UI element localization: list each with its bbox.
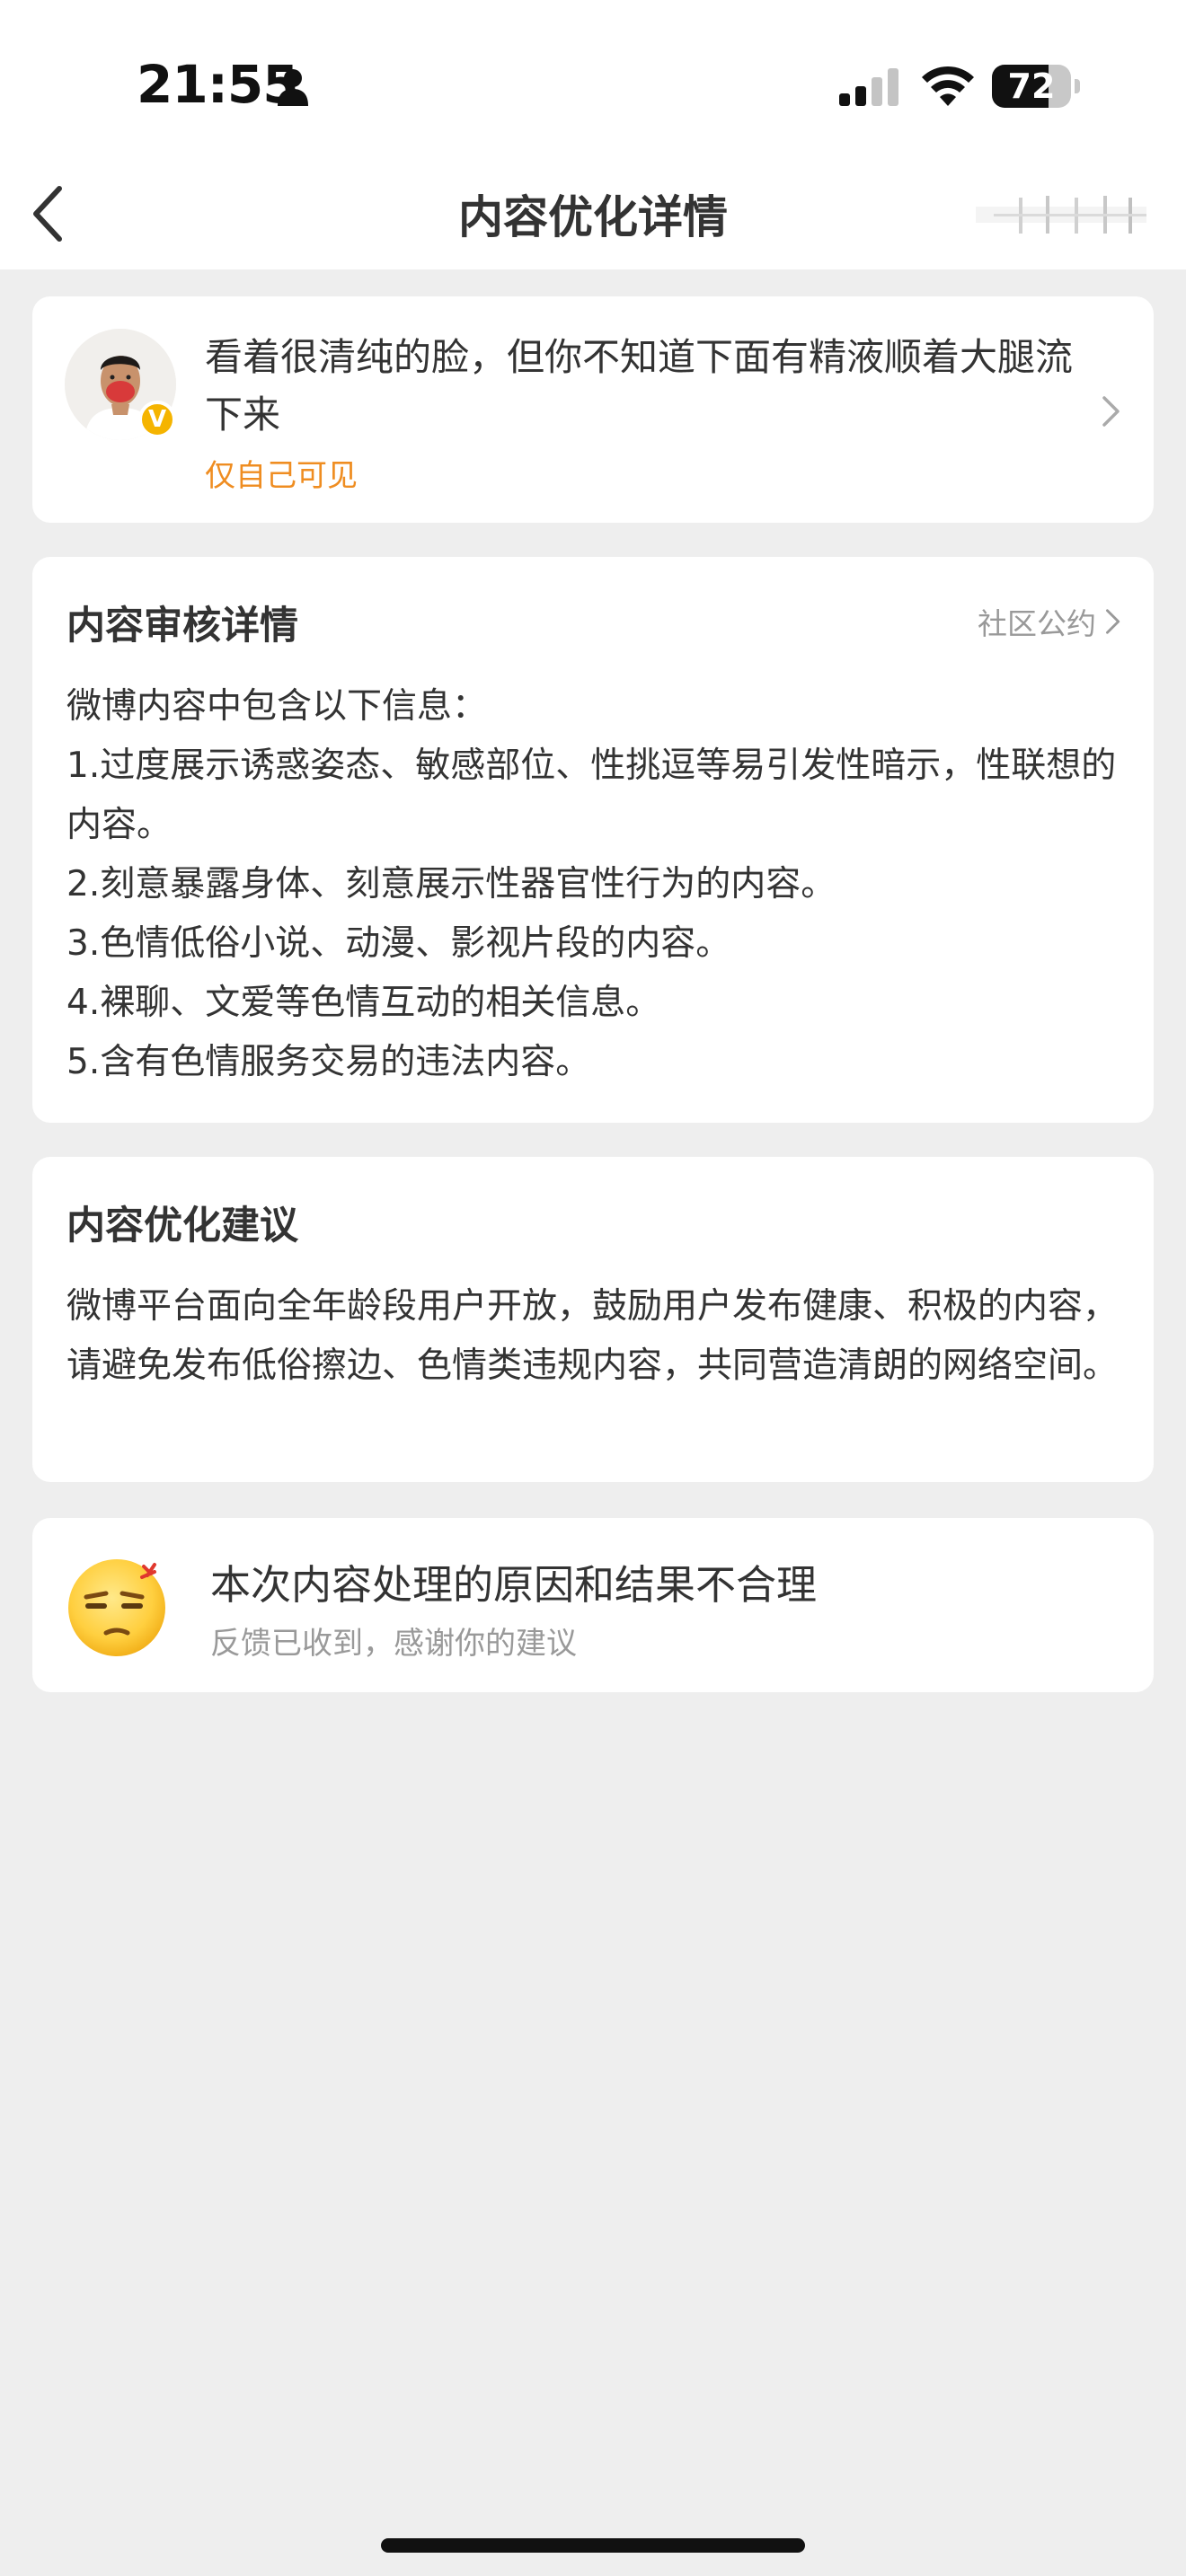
chevron-right-icon xyxy=(1106,609,1120,634)
blurred-action-icon xyxy=(976,196,1146,234)
navigation-bar: 内容优化详情 xyxy=(0,158,1186,269)
review-line: 2.刻意暴露身体、刻意展示性器官性行为的内容。 xyxy=(66,864,836,904)
visibility-label: 仅自己可见 xyxy=(205,458,358,494)
community-guidelines-label: 社区公约 xyxy=(978,606,1096,641)
review-details-body: 微博内容中包含以下信息： 1.过度展示诱惑姿态、敏感部位、性挑逗等易引发性暗示，… xyxy=(66,677,1127,1092)
battery-indicator: 72 xyxy=(992,65,1080,108)
review-line: 5.含有色情服务交易的违法内容。 xyxy=(66,1042,591,1082)
review-line: 微博内容中包含以下信息： xyxy=(66,686,488,727)
community-guidelines-link[interactable]: 社区公约 xyxy=(978,600,1121,643)
review-details-card: 内容审核详情 社区公约 微博内容中包含以下信息： 1.过度展示诱惑姿态、敏感部位… xyxy=(32,557,1154,1123)
status-bar: 21:55 72 xyxy=(0,0,1186,158)
annoyed-face-emoji-icon xyxy=(68,1559,165,1656)
chevron-right-icon[interactable] xyxy=(1102,395,1121,428)
optimization-advice-title: 内容优化建议 xyxy=(66,1204,298,1248)
optimization-advice-card: 内容优化建议 微博平台面向全年龄段用户开放，鼓励用户发布健康、积极的内容，请避免… xyxy=(32,1157,1154,1482)
review-line: 1.过度展示诱惑姿态、敏感部位、性挑逗等易引发性暗示，性联想的内容。 xyxy=(66,745,1117,845)
optimization-advice-body: 微博平台面向全年龄段用户开放，鼓励用户发布健康、积极的内容，请避免发布低俗擦边、… xyxy=(66,1286,1119,1386)
home-indicator[interactable] xyxy=(381,2538,805,2553)
feedback-title: 本次内容处理的原因和结果不合理 xyxy=(210,1561,818,1609)
battery-level-text: 72 xyxy=(1007,66,1056,106)
review-details-title: 内容审核详情 xyxy=(66,604,298,648)
wifi-icon xyxy=(922,66,974,106)
status-time: 21:55 xyxy=(137,54,299,115)
review-line: 3.色情低俗小说、动漫、影视片段的内容。 xyxy=(66,923,731,964)
post-text: 看着很清纯的脸，但你不知道下面有精液顺着大腿流下来 xyxy=(205,335,1074,437)
feedback-subtitle: 反馈已收到，感谢你的建议 xyxy=(210,1626,577,1662)
verified-badge: V xyxy=(138,401,176,438)
feedback-card[interactable]: 本次内容处理的原因和结果不合理 反馈已收到，感谢你的建议 xyxy=(32,1518,1154,1692)
cellular-signal-icon xyxy=(839,68,898,106)
review-line: 4.裸聊、文爱等色情互动的相关信息。 xyxy=(66,983,661,1023)
person-icon xyxy=(278,69,308,106)
post-card[interactable]: V 看着很清纯的脸，但你不知道下面有精液顺着大腿流下来 仅自己可见 xyxy=(32,296,1154,523)
